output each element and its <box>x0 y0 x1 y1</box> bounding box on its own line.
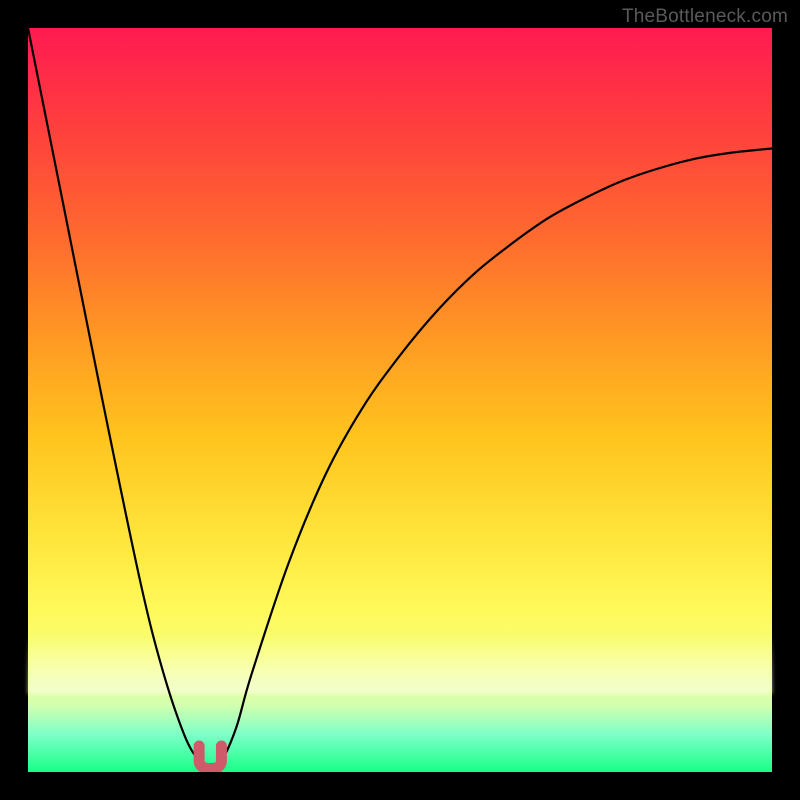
min-marker <box>199 746 221 769</box>
watermark-text: TheBottleneck.com <box>622 6 788 28</box>
bottleneck-curve <box>28 28 772 768</box>
chart-plot-area <box>28 28 772 772</box>
chart-svg <box>28 28 772 772</box>
chart-frame: TheBottleneck.com <box>0 0 800 800</box>
